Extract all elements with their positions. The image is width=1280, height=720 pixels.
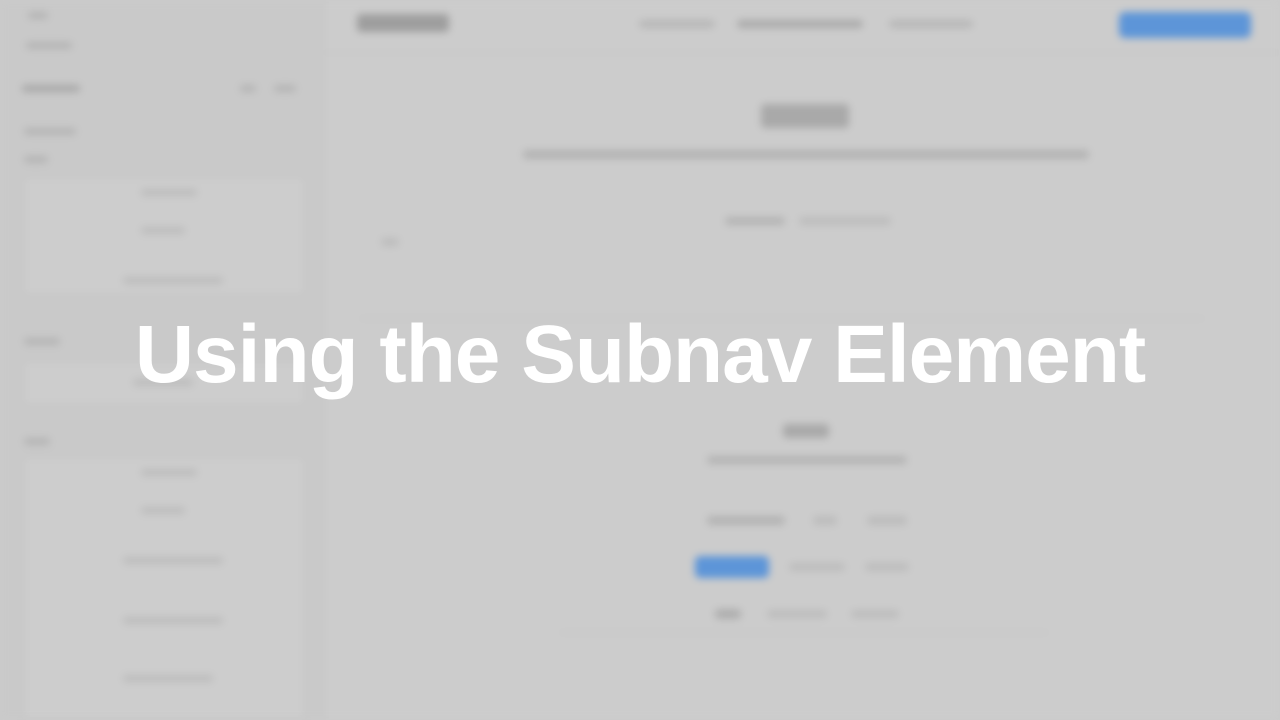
section-heading-placeholder xyxy=(783,424,829,438)
sidebar-placeholder xyxy=(123,617,223,624)
breadcrumb-placeholder xyxy=(725,217,785,225)
heading-placeholder xyxy=(761,104,849,128)
sidebar-placeholder xyxy=(274,85,296,92)
subnav-active-pill xyxy=(695,556,769,578)
subnav-item-placeholder xyxy=(867,516,907,525)
subnav-item-placeholder xyxy=(715,609,741,619)
section-text-placeholder xyxy=(707,456,907,464)
sidebar-group-box xyxy=(22,176,306,296)
sidebar-placeholder xyxy=(141,469,197,476)
breadcrumb-placeholder xyxy=(799,217,891,225)
nav-placeholder xyxy=(889,20,973,28)
primary-action-button[interactable] xyxy=(1119,12,1251,38)
top-bar xyxy=(323,0,1280,53)
subheading-placeholder xyxy=(523,150,1089,159)
sidebar-placeholder xyxy=(123,675,213,682)
sidebar-placeholder xyxy=(26,42,72,49)
video-frame: Using the Subnav Element xyxy=(0,0,1280,720)
sidebar-placeholder xyxy=(141,189,197,196)
subnav-item-placeholder xyxy=(789,563,845,571)
subnav-item-placeholder xyxy=(865,563,909,571)
sidebar-placeholder xyxy=(141,227,185,234)
back-placeholder xyxy=(381,238,399,246)
sidebar-placeholder xyxy=(123,277,223,284)
sidebar-placeholder xyxy=(24,156,48,163)
nav-placeholder xyxy=(737,20,863,28)
sidebar-group-box xyxy=(22,456,306,720)
nav-placeholder xyxy=(639,20,715,28)
video-title: Using the Subnav Element xyxy=(134,309,1146,400)
subnav-item-placeholder xyxy=(707,516,785,525)
divider xyxy=(559,632,1049,633)
sidebar-placeholder xyxy=(24,438,50,445)
sidebar-placeholder xyxy=(123,557,223,564)
sidebar-placeholder xyxy=(28,12,48,19)
sidebar-placeholder xyxy=(22,85,80,92)
subnav-item-placeholder xyxy=(767,610,827,618)
sidebar-placeholder xyxy=(141,507,185,514)
subnav-item-placeholder xyxy=(813,516,837,525)
sidebar-placeholder xyxy=(240,85,256,92)
sidebar-placeholder xyxy=(24,128,76,135)
logo xyxy=(357,14,449,32)
subnav-item-placeholder xyxy=(851,610,899,618)
